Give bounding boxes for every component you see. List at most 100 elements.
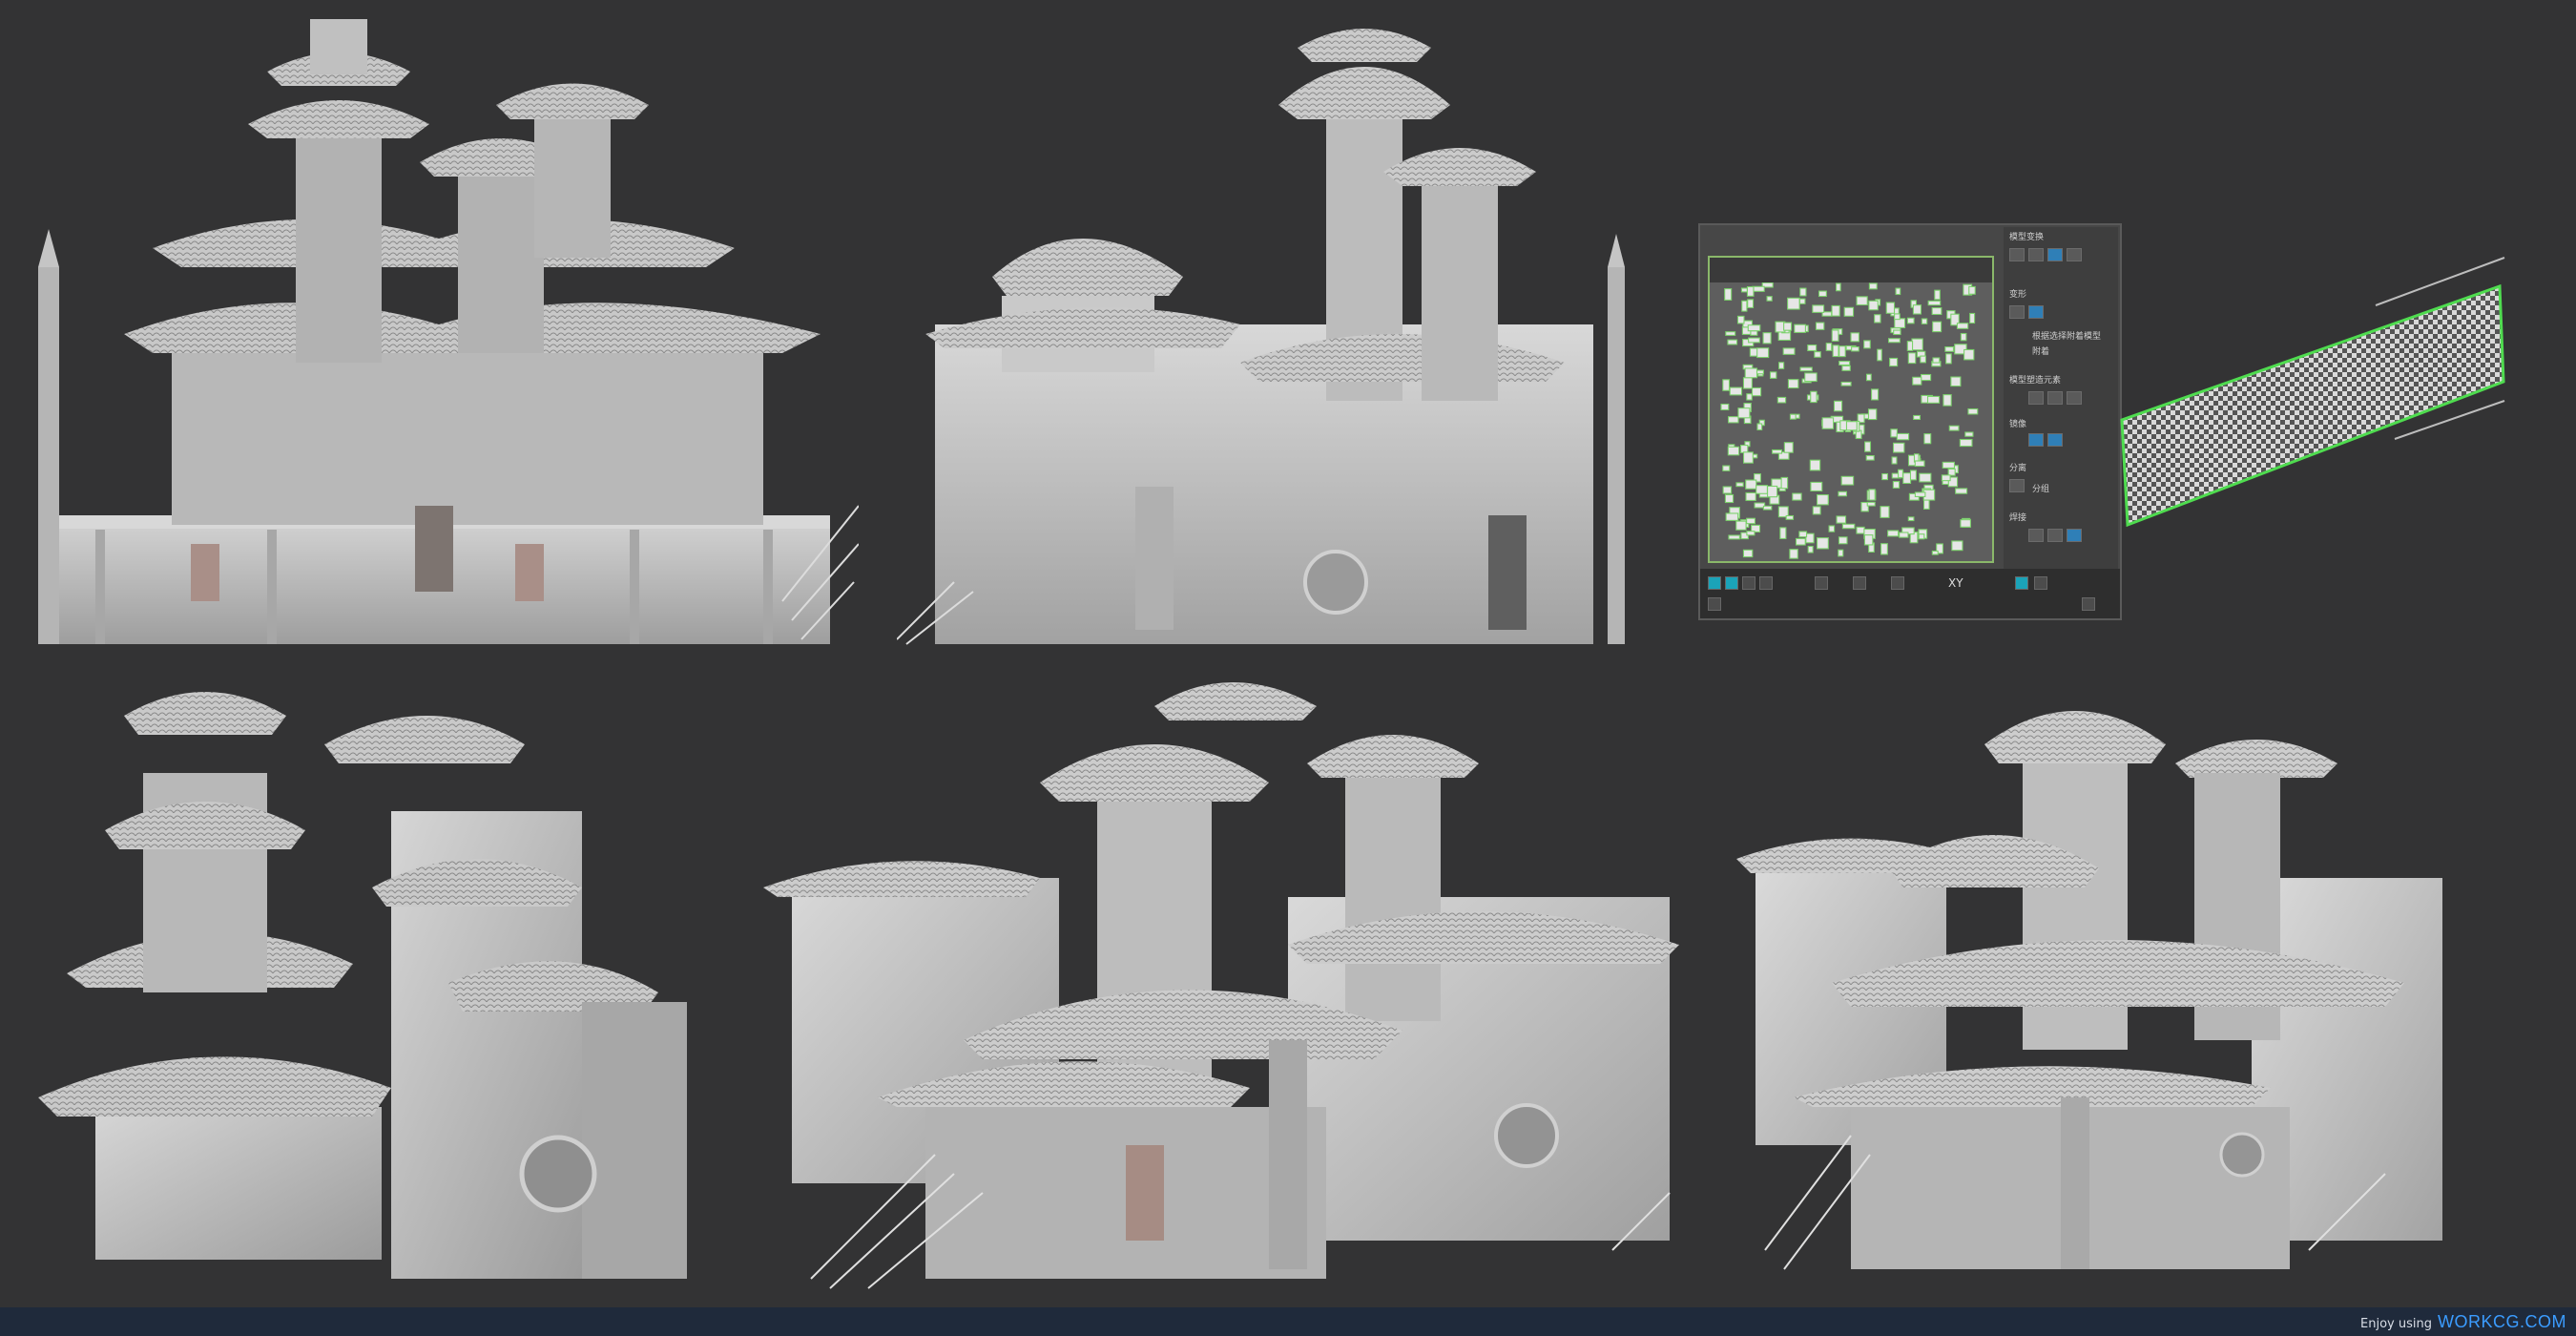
uv-island bbox=[1816, 537, 1829, 550]
orbit-tool-icon[interactable] bbox=[2082, 597, 2095, 611]
snap-tool-icon[interactable] bbox=[1815, 576, 1828, 590]
uv-island bbox=[1725, 512, 1739, 521]
mirror-button-2[interactable] bbox=[2047, 433, 2063, 447]
uv-island bbox=[1931, 550, 1939, 555]
modeling-software-panel: 模型变换 变形 根据选择附着模型 附着 模型塑造元素 镜像 分离 分组 焊接 X… bbox=[1698, 223, 2122, 620]
uv-island bbox=[1863, 340, 1871, 349]
uv-island bbox=[1747, 299, 1755, 308]
mirror-button[interactable] bbox=[2028, 433, 2044, 447]
uv-viewport[interactable] bbox=[1708, 256, 1994, 563]
select-tool-icon[interactable] bbox=[1708, 576, 1721, 590]
uv-island bbox=[1865, 455, 1875, 461]
uv-island bbox=[1944, 346, 1955, 352]
pan-tool-icon[interactable] bbox=[2034, 576, 2047, 590]
section-shape-elements[interactable]: 模型塑造元素 bbox=[2009, 376, 2061, 386]
palace-perspective-right-illustration bbox=[1736, 711, 2442, 1270]
uv-island bbox=[1841, 365, 1851, 371]
uv-island bbox=[1963, 348, 1975, 361]
uv-island bbox=[1724, 288, 1733, 301]
uv-island bbox=[1920, 355, 1926, 364]
deform-button[interactable] bbox=[2009, 305, 2025, 319]
shape-button-3[interactable] bbox=[2067, 391, 2082, 405]
uv-island bbox=[1789, 549, 1798, 559]
uv-island bbox=[1968, 285, 1976, 295]
uv-island bbox=[1825, 343, 1833, 351]
weld-button-2[interactable] bbox=[2047, 529, 2063, 542]
shape-button-2[interactable] bbox=[2047, 391, 2063, 405]
uv-island bbox=[1720, 403, 1730, 411]
uv-island bbox=[1804, 372, 1818, 383]
palace-perspective-center-render bbox=[754, 658, 1698, 1298]
transform-button-4[interactable] bbox=[2067, 248, 2082, 261]
uv-island bbox=[1735, 520, 1747, 531]
uv-island bbox=[1880, 543, 1888, 555]
transform-button-3[interactable] bbox=[2047, 248, 2063, 261]
uv-island bbox=[1894, 318, 1906, 328]
uv-island bbox=[1814, 351, 1821, 358]
uv-island bbox=[1967, 407, 1979, 415]
uv-island bbox=[1856, 296, 1868, 306]
uv-island bbox=[1907, 516, 1915, 522]
deform-button-2[interactable] bbox=[2028, 305, 2044, 319]
section-deform[interactable]: 变形 bbox=[2009, 290, 2026, 300]
lock-icon[interactable] bbox=[1708, 597, 1721, 611]
uv-island bbox=[1923, 433, 1932, 445]
uv-island bbox=[1799, 287, 1807, 297]
uv-island bbox=[1865, 373, 1872, 382]
uv-island bbox=[1947, 468, 1956, 476]
group-label[interactable]: 分组 bbox=[2032, 485, 2049, 494]
uv-island bbox=[1792, 492, 1802, 501]
uv-island bbox=[1932, 321, 1942, 333]
uv-island bbox=[1789, 413, 1797, 420]
shape-button[interactable] bbox=[2028, 391, 2044, 405]
scale-tool-icon[interactable] bbox=[1759, 576, 1773, 590]
uv-island bbox=[1722, 486, 1733, 494]
palace-side-illustration bbox=[897, 29, 1625, 645]
zoom-tool-icon[interactable] bbox=[2015, 576, 2028, 590]
move-tool-icon[interactable] bbox=[1725, 576, 1738, 590]
uv-island bbox=[1810, 390, 1818, 404]
uv-island bbox=[1776, 396, 1787, 404]
detach-button[interactable] bbox=[2009, 479, 2025, 492]
uv-island bbox=[1864, 441, 1872, 452]
uv-island bbox=[1912, 304, 1922, 315]
uv-island bbox=[1927, 300, 1942, 306]
uv-island bbox=[1851, 346, 1859, 352]
uv-island bbox=[1950, 376, 1962, 387]
uv-island bbox=[1948, 425, 1960, 431]
attach-by-selection-label[interactable]: 根据选择附着模型 bbox=[2032, 332, 2101, 342]
uv-island bbox=[1838, 549, 1844, 557]
uv-island bbox=[1887, 338, 1901, 344]
uv-island bbox=[1724, 493, 1735, 504]
uv-island bbox=[1798, 531, 1808, 538]
transform-button-2[interactable] bbox=[2028, 248, 2044, 261]
weld-button-3[interactable] bbox=[2067, 529, 2082, 542]
section-transform[interactable]: 模型变换 bbox=[2009, 233, 2044, 242]
uv-island bbox=[1892, 442, 1905, 453]
attach-label[interactable]: 附着 bbox=[2032, 347, 2049, 357]
axis-constraint-label[interactable]: XY bbox=[1948, 576, 1963, 590]
section-detach[interactable]: 分离 bbox=[2009, 464, 2026, 473]
uv-island bbox=[1743, 451, 1754, 464]
uv-island bbox=[1746, 285, 1755, 297]
uv-island bbox=[1909, 470, 1917, 481]
uv-island bbox=[1787, 379, 1799, 389]
transform-button[interactable] bbox=[2009, 248, 2025, 261]
section-mirror[interactable]: 镜像 bbox=[2009, 420, 2026, 429]
mesh-strip-render bbox=[2118, 219, 2509, 534]
pivot-tool-icon[interactable] bbox=[1853, 576, 1866, 590]
uv-island bbox=[1815, 322, 1825, 330]
uv-island bbox=[1906, 341, 1914, 351]
rotate-tool-icon[interactable] bbox=[1742, 576, 1755, 590]
weld-button[interactable] bbox=[2028, 529, 2044, 542]
uv-island bbox=[1755, 485, 1768, 494]
uv-island bbox=[1779, 527, 1787, 539]
section-weld[interactable]: 焊接 bbox=[2009, 513, 2026, 523]
uv-island bbox=[1863, 534, 1874, 546]
uv-island bbox=[1809, 459, 1821, 471]
uv-island bbox=[1799, 366, 1813, 372]
uv-island bbox=[1960, 519, 1971, 528]
footer-brand-link[interactable]: WORKCG.COM bbox=[2438, 1312, 2566, 1331]
mirror-tool-icon[interactable] bbox=[1891, 576, 1904, 590]
uv-island bbox=[1856, 526, 1865, 534]
